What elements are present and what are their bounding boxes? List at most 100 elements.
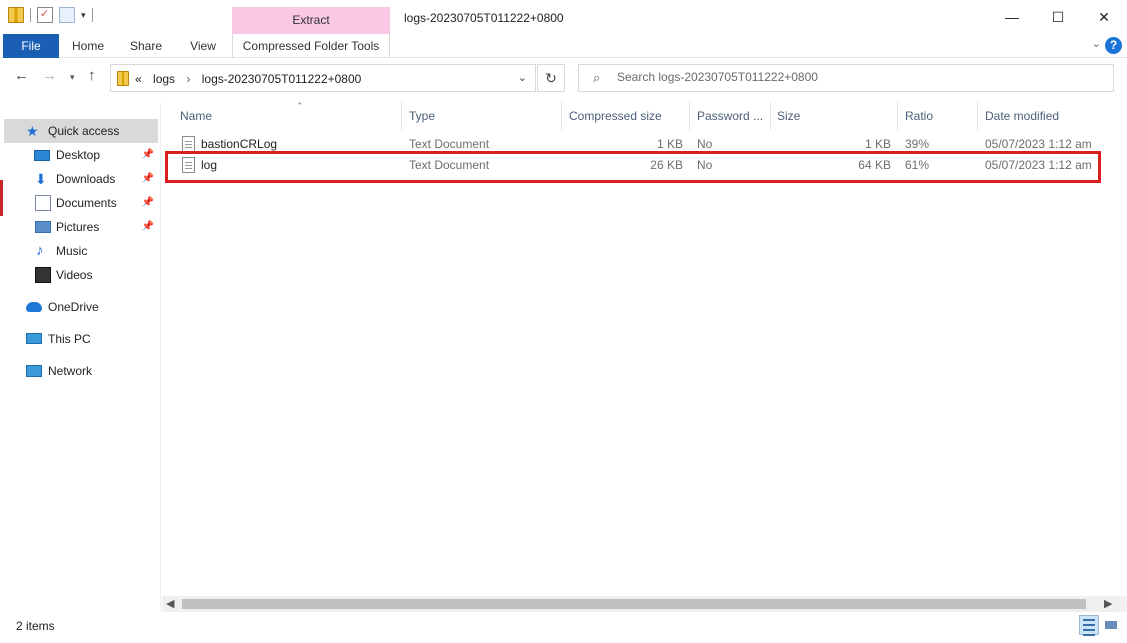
navigation-bar: ← → ▾ ↑ « logs › logs-20230705T011222+08…	[0, 58, 1127, 102]
pin-icon[interactable]: 📌	[142, 191, 154, 215]
date-modified: 05/07/2023 1:12 am	[985, 137, 1092, 151]
refresh-button[interactable]: ↻	[537, 64, 565, 92]
pin-icon[interactable]: 📌	[142, 143, 154, 167]
videos-icon	[35, 267, 51, 283]
column-header-size[interactable]: Size	[771, 102, 898, 130]
column-header-password[interactable]: Password ...	[691, 102, 771, 130]
details-view-icon	[1080, 619, 1098, 636]
help-icon[interactable]: ?	[1105, 37, 1122, 54]
this-pc-icon	[26, 333, 42, 344]
table-row[interactable]: log Text Document 26 KB No 64 KB 61% 05/…	[170, 155, 1100, 176]
sidebar-item-videos[interactable]: Videos	[4, 263, 158, 287]
onedrive-icon	[26, 302, 42, 312]
recent-locations-chevron-icon[interactable]: ▾	[70, 72, 75, 83]
ribbon-tabs: File Home Share View Compressed Folder T…	[0, 34, 1127, 58]
column-header-date-modified[interactable]: Date modified	[979, 102, 1127, 130]
file-type: Text Document	[409, 158, 490, 172]
column-header-type[interactable]: Type	[403, 102, 562, 130]
tab-view[interactable]: View	[182, 34, 224, 58]
scrollbar-thumb[interactable]	[182, 599, 1086, 609]
password-protected: No	[697, 158, 713, 172]
divider	[30, 8, 31, 22]
large-icons-view-icon	[1102, 621, 1120, 629]
sidebar-item-this-pc[interactable]: This PC	[4, 327, 158, 351]
table-row[interactable]: bastionCRLog Text Document 1 KB No 1 KB …	[170, 134, 1100, 155]
quick-access-toolbar: ▾	[8, 7, 93, 23]
sidebar-item-downloads[interactable]: ⬇ Downloads 📌	[4, 167, 158, 191]
documents-icon	[35, 195, 51, 211]
navigation-pane: ★ Quick access Desktop 📌 ⬇ Downloads 📌 D…	[0, 102, 161, 612]
sidebar-item-label: Music	[56, 244, 88, 258]
extract-tab[interactable]: Extract	[232, 7, 390, 34]
sidebar-item-music[interactable]: ♪ Music	[4, 239, 158, 263]
tab-compressed-folder-tools[interactable]: Compressed Folder Tools	[232, 34, 390, 58]
text-file-icon	[182, 136, 195, 152]
file-type: Text Document	[409, 137, 490, 151]
scroll-left-icon[interactable]: ◀	[166, 597, 174, 610]
pin-icon[interactable]: 📌	[142, 167, 154, 191]
sidebar-item-label: Desktop	[56, 148, 101, 162]
column-header-compressed-size[interactable]: Compressed size	[563, 102, 690, 130]
compression-ratio: 61%	[905, 158, 930, 172]
column-header-ratio[interactable]: Ratio	[899, 102, 978, 130]
forward-arrow-icon[interactable]: →	[42, 67, 57, 84]
breadcrumb: « logs › logs-20230705T011222+0800	[135, 72, 369, 86]
sort-ascending-icon: ⌃	[296, 102, 304, 111]
sidebar-item-pictures[interactable]: Pictures 📌	[4, 215, 158, 239]
address-history-chevron-icon[interactable]: ⌄	[518, 71, 527, 84]
sidebar-item-label: Documents	[56, 196, 117, 210]
pictures-icon	[35, 221, 51, 233]
details-view-button[interactable]	[1079, 615, 1099, 636]
breadcrumb-separator[interactable]: ›	[186, 72, 190, 86]
file-list: ⌃ Name Type Compressed size Password ...…	[162, 102, 1127, 612]
breadcrumb-overflow[interactable]: «	[135, 72, 142, 86]
large-icons-view-button[interactable]	[1101, 615, 1121, 635]
music-icon: ♪	[36, 242, 44, 259]
minimize-button[interactable]: —	[989, 0, 1035, 34]
compressed-size: 26 KB	[650, 158, 683, 172]
sidebar-item-label: Pictures	[56, 220, 100, 234]
download-icon: ⬇	[35, 171, 47, 187]
address-bar[interactable]: « logs › logs-20230705T011222+0800 ⌄	[110, 64, 536, 92]
compressed-size: 1 KB	[656, 137, 683, 151]
column-header-label: Name	[180, 109, 213, 123]
star-icon: ★	[26, 123, 39, 139]
sidebar-item-label: This PC	[48, 332, 91, 346]
column-header-name[interactable]: ⌃ Name	[174, 102, 402, 130]
divider	[91, 8, 93, 22]
sidebar-item-label: Network	[48, 364, 93, 378]
pin-icon[interactable]: 📌	[142, 215, 154, 239]
up-arrow-icon[interactable]: ↑	[88, 67, 96, 84]
tab-share[interactable]: Share	[124, 34, 168, 58]
horizontal-scrollbar[interactable]: ◀ ▶	[162, 596, 1127, 612]
breadcrumb-item-archive[interactable]: logs-20230705T011222+0800	[202, 72, 362, 86]
sidebar-item-label: Quick access	[48, 124, 120, 138]
properties-icon[interactable]	[37, 7, 53, 23]
expand-ribbon-chevron-icon[interactable]: ⌄	[1092, 37, 1101, 50]
close-button[interactable]: ✕	[1081, 0, 1127, 34]
desktop-icon	[34, 150, 50, 161]
file-name: log	[201, 158, 218, 172]
status-bar: 2 items	[0, 612, 1127, 643]
new-folder-icon[interactable]	[59, 7, 75, 23]
search-icon: ⌕	[593, 70, 601, 85]
window-edge-accent	[0, 180, 3, 216]
file-size: 64 KB	[858, 158, 891, 172]
refresh-icon: ↻	[545, 70, 557, 86]
scroll-right-icon[interactable]: ▶	[1104, 597, 1112, 610]
breadcrumb-item-logs[interactable]: logs	[153, 72, 175, 86]
back-arrow-icon[interactable]: ←	[14, 67, 29, 84]
sidebar-item-network[interactable]: Network	[4, 359, 158, 383]
tab-home[interactable]: Home	[64, 34, 112, 58]
search-input[interactable]	[617, 70, 1097, 84]
sidebar-item-quick-access[interactable]: ★ Quick access	[4, 119, 158, 143]
window-controls: — ☐ ✕	[989, 0, 1127, 34]
sidebar-item-documents[interactable]: Documents 📌	[4, 191, 158, 215]
search-box[interactable]: ⌕	[578, 64, 1114, 92]
sidebar-item-onedrive[interactable]: OneDrive	[4, 295, 158, 319]
tab-file[interactable]: File	[3, 34, 59, 58]
date-modified: 05/07/2023 1:12 am	[985, 158, 1092, 172]
maximize-button[interactable]: ☐	[1035, 0, 1081, 34]
sidebar-item-desktop[interactable]: Desktop 📌	[4, 143, 158, 167]
customize-toolbar-chevron-icon[interactable]: ▾	[81, 10, 86, 21]
